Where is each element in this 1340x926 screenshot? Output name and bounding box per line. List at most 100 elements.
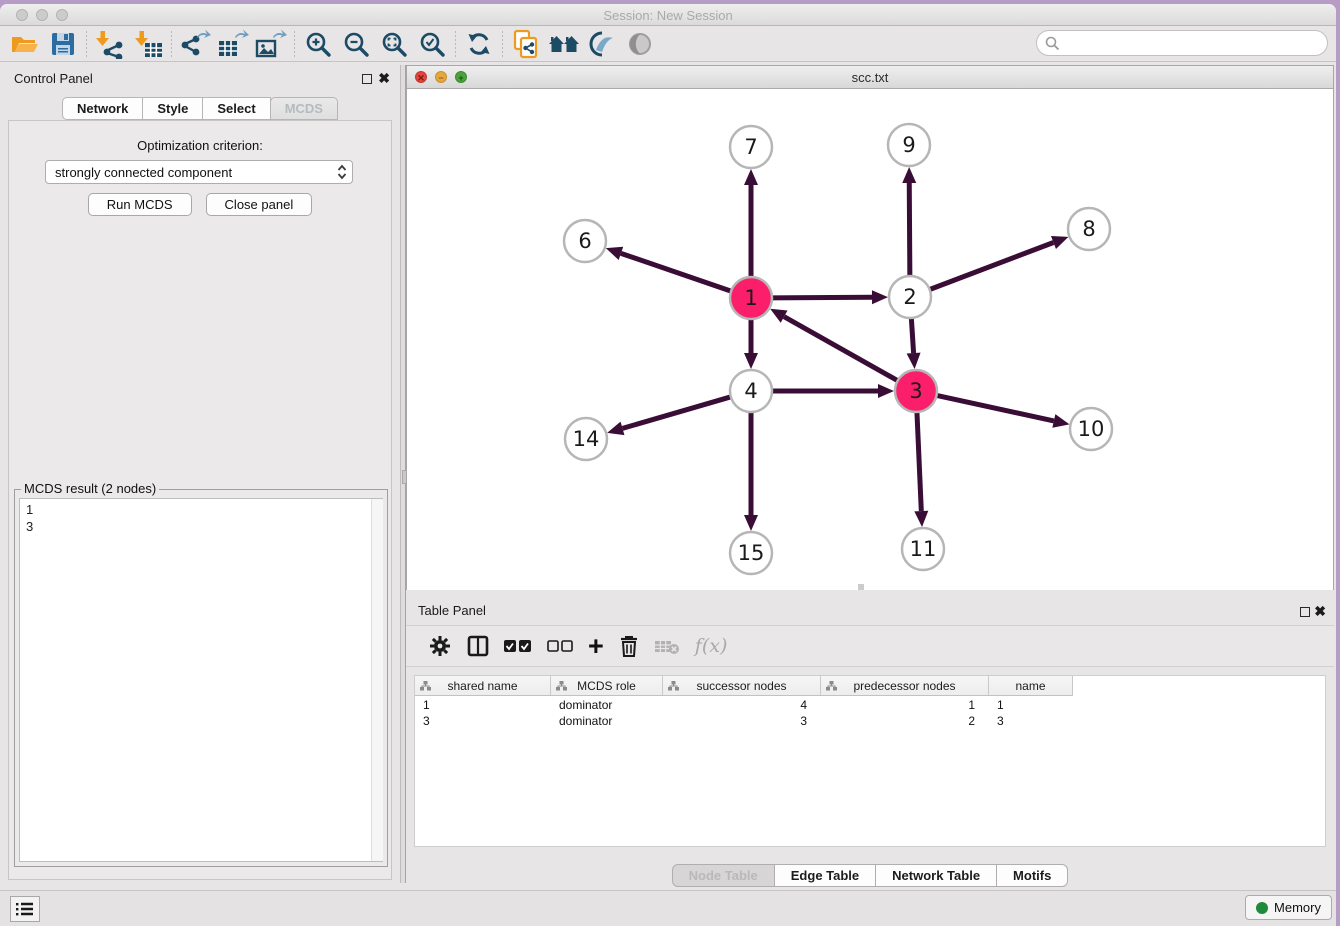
- memory-button[interactable]: Memory: [1245, 895, 1332, 920]
- cell-successor-nodes[interactable]: 3: [663, 714, 821, 730]
- delete-columns-button[interactable]: [619, 631, 639, 661]
- graph-node-label-7: 7: [744, 135, 757, 159]
- create-column-button[interactable]: +: [588, 631, 604, 661]
- tab-edge-table[interactable]: Edge Table: [774, 864, 876, 887]
- graph-node-label-9: 9: [902, 133, 915, 157]
- tab-mcds[interactable]: MCDS: [270, 97, 338, 120]
- attribute-tree-icon: [826, 681, 837, 691]
- column-header-name[interactable]: name: [989, 676, 1073, 695]
- zoom-fit-button[interactable]: [375, 28, 413, 60]
- tab-motifs[interactable]: Motifs: [996, 864, 1068, 887]
- graph-edge-2-8[interactable]: [929, 242, 1054, 289]
- graph-edge-3-1[interactable]: [784, 317, 898, 382]
- search-field[interactable]: [1036, 30, 1328, 56]
- table-settings-button[interactable]: [428, 631, 452, 661]
- refresh-view-button[interactable]: [460, 28, 498, 60]
- style-button[interactable]: [583, 28, 621, 60]
- select-all-columns-button[interactable]: [504, 631, 532, 661]
- cell-name[interactable]: 3: [989, 714, 1073, 730]
- delete-table-button[interactable]: [654, 631, 680, 661]
- export-image-icon: [255, 29, 287, 59]
- zoom-out-button[interactable]: [337, 28, 375, 60]
- close-panel-button[interactable]: Close panel: [206, 193, 313, 216]
- network-graph: 1234678910111415: [407, 89, 1333, 590]
- float-table-panel-icon[interactable]: [1300, 607, 1310, 617]
- column-label: shared name: [447, 679, 517, 693]
- tab-network[interactable]: Network: [62, 97, 143, 120]
- function-builder-button[interactable]: f(x): [695, 631, 728, 661]
- import-table-button[interactable]: [129, 28, 167, 60]
- table-header-row: shared name MCDS role successor nodes pr…: [415, 676, 1073, 696]
- export-table-button[interactable]: [214, 28, 252, 60]
- column-header-successor-nodes[interactable]: successor nodes: [663, 676, 821, 695]
- tab-style[interactable]: Style: [142, 97, 203, 120]
- cell-mcds-role[interactable]: dominator: [551, 698, 663, 714]
- canvas-resize-grip[interactable]: [858, 584, 864, 590]
- graph-edge-4-14[interactable]: [622, 397, 731, 429]
- table-row[interactable]: 3 dominator 3 2 3: [415, 714, 1073, 730]
- show-columns-button[interactable]: [467, 631, 489, 661]
- criterion-select[interactable]: strongly connected component: [45, 160, 353, 184]
- mcds-result-box: MCDS result (2 nodes) 1 3: [14, 489, 388, 867]
- run-mcds-button[interactable]: Run MCDS: [88, 193, 192, 216]
- export-network-button[interactable]: [176, 28, 214, 60]
- cell-shared-name[interactable]: 3: [415, 714, 551, 730]
- hide-details-button[interactable]: [621, 28, 659, 60]
- cell-mcds-role[interactable]: dominator: [551, 714, 663, 730]
- graph-node-label-8: 8: [1082, 217, 1095, 241]
- graph-edge-3-10[interactable]: [936, 395, 1054, 421]
- clone-network-button[interactable]: [507, 28, 545, 60]
- task-history-button[interactable]: [10, 896, 40, 922]
- tab-select[interactable]: Select: [202, 97, 270, 120]
- network-view-window: ✕ − + scc.txt 1234678910111415: [406, 65, 1334, 590]
- table-row[interactable]: 1 dominator 4 1 1: [415, 698, 1073, 714]
- main-toolbar: [0, 26, 1336, 62]
- toolbar-separator: [294, 31, 295, 57]
- graph-edge-2-9[interactable]: [909, 183, 910, 277]
- network-window-titlebar[interactable]: ✕ − + scc.txt: [407, 66, 1333, 89]
- network-canvas[interactable]: 1234678910111415: [407, 89, 1333, 590]
- cell-predecessor-nodes[interactable]: 2: [821, 714, 989, 730]
- open-folder-icon: [10, 32, 40, 56]
- zoom-selected-button[interactable]: [413, 28, 451, 60]
- app-window: Session: New Session: [0, 4, 1336, 926]
- result-scrollbar[interactable]: [371, 499, 383, 861]
- close-table-panel-icon[interactable]: ✖: [1314, 603, 1326, 619]
- cell-name[interactable]: 1: [989, 698, 1073, 714]
- export-image-button[interactable]: [252, 28, 290, 60]
- search-input[interactable]: [1060, 33, 1327, 53]
- graph-edge-1-6[interactable]: [621, 253, 732, 291]
- zoom-out-icon: [342, 30, 370, 58]
- column-label: successor nodes: [696, 679, 786, 693]
- table-panel: Table Panel ✖ +: [406, 595, 1334, 890]
- cell-shared-name[interactable]: 1: [415, 698, 551, 714]
- delete-table-icon: [654, 637, 680, 655]
- cell-predecessor-nodes[interactable]: 1: [821, 698, 989, 714]
- unselect-all-columns-button[interactable]: [547, 631, 573, 661]
- tab-node-table[interactable]: Node Table: [672, 864, 775, 887]
- import-network-button[interactable]: [91, 28, 129, 60]
- graph-edge-1-2[interactable]: [771, 297, 872, 298]
- column-header-shared-name[interactable]: shared name: [415, 676, 551, 695]
- table-panel-header: Table Panel ✖: [406, 595, 1334, 621]
- gear-icon: [428, 634, 452, 658]
- close-panel-icon[interactable]: ✖: [378, 70, 390, 86]
- column-header-predecessor-nodes[interactable]: predecessor nodes: [821, 676, 989, 695]
- tab-network-table[interactable]: Network Table: [875, 864, 997, 887]
- graph-edge-3-11[interactable]: [917, 411, 921, 511]
- mcds-result-text[interactable]: 1 3: [19, 498, 383, 862]
- optimization-criterion-label: Optimization criterion:: [9, 138, 391, 153]
- cell-successor-nodes[interactable]: 4: [663, 698, 821, 714]
- open-session-button[interactable]: [6, 28, 44, 60]
- import-network-icon: [94, 29, 126, 59]
- attribute-tree-icon: [556, 681, 567, 691]
- memory-status-dot: [1256, 902, 1268, 914]
- first-neighbors-button[interactable]: [545, 28, 583, 60]
- column-header-mcds-role[interactable]: MCDS role: [551, 676, 663, 695]
- column-label: name: [1015, 679, 1045, 693]
- graph-edge-2-3[interactable]: [911, 317, 913, 353]
- save-session-button[interactable]: [44, 28, 82, 60]
- graph-node-label-15: 15: [738, 541, 765, 565]
- float-panel-icon[interactable]: [362, 74, 372, 84]
- zoom-in-button[interactable]: [299, 28, 337, 60]
